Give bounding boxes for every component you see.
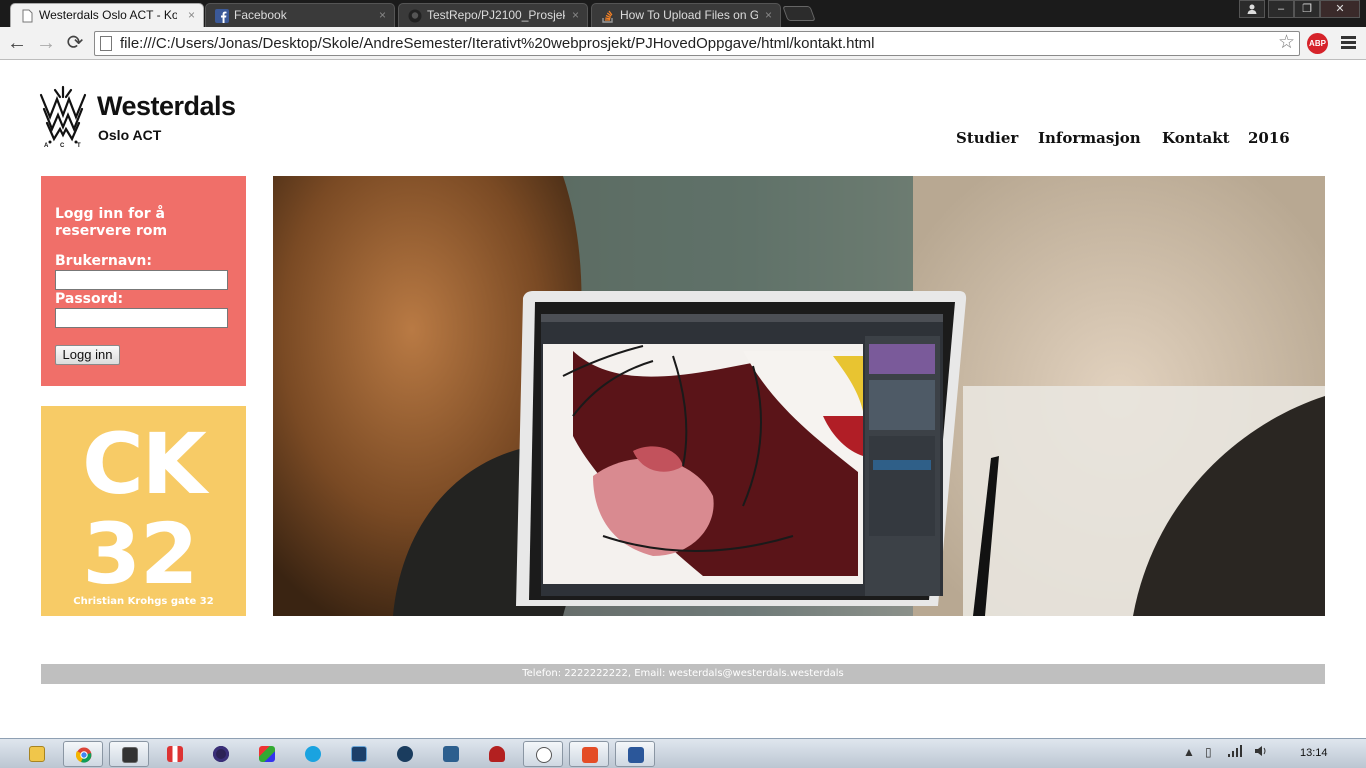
skype-icon[interactable]	[293, 741, 333, 767]
nav-link-2016[interactable]: 2016	[1248, 129, 1290, 147]
terminal-icon[interactable]	[109, 741, 149, 767]
close-icon[interactable]: ×	[188, 4, 195, 26]
page-icon	[20, 8, 34, 23]
ck-address: Christian Krohgs gate 32	[73, 596, 214, 607]
web-page: A C T Westerdals Oslo ACT Studier Inform…	[0, 61, 1366, 738]
tab-title: Facebook	[234, 8, 287, 22]
brand-name: Westerdals	[97, 91, 236, 121]
svg-text:A: A	[44, 143, 49, 149]
tab-title: How To Upload Files on G	[620, 8, 758, 22]
password-input[interactable]	[55, 308, 228, 328]
browser-tab-bar: Westerdals Oslo ACT - Kontakt × Facebook…	[0, 0, 1366, 27]
action-center-icon[interactable]: ▯	[1205, 745, 1212, 759]
back-button[interactable]: ←	[5, 31, 29, 55]
forward-button[interactable]: →	[34, 31, 58, 55]
unity-icon[interactable]	[339, 741, 379, 767]
brand-subtitle: Oslo ACT	[98, 127, 162, 143]
hero-image-laptop-drawing	[273, 176, 1325, 616]
password-label: Passord:	[55, 291, 124, 307]
login-panel: Logg inn for å reservere rom Brukernavn:…	[41, 176, 246, 386]
show-hidden-icons-icon[interactable]: ▲	[1183, 745, 1195, 759]
reload-button[interactable]: ⟳	[63, 31, 87, 55]
popcorn-icon[interactable]	[155, 741, 195, 767]
close-window-button[interactable]: ✕	[1320, 0, 1360, 18]
system-clock[interactable]: 13:14	[1300, 747, 1328, 759]
facebook-icon	[215, 8, 229, 23]
chrome-menu-icon[interactable]	[1341, 36, 1356, 50]
contact-footer: Telefon: 2222222222, Email: westerdals@w…	[41, 664, 1325, 684]
svg-text:T: T	[77, 143, 81, 149]
tab-testrepo[interactable]: TestRepo/PJ2100_Prosjekt ×	[398, 3, 588, 27]
network-icon[interactable]	[431, 741, 471, 767]
bookmark-star-icon[interactable]: ☆	[1278, 32, 1295, 54]
chrome-icon[interactable]	[63, 741, 103, 767]
close-icon[interactable]: ×	[379, 4, 386, 26]
browser-toolbar: ← → ⟳ file:///C:/Users/Jonas/Desktop/Sko…	[0, 27, 1366, 60]
minimize-button[interactable]: –	[1268, 0, 1294, 18]
login-button[interactable]: Logg inn	[55, 345, 120, 365]
steam-icon[interactable]	[385, 741, 425, 767]
close-icon[interactable]: ×	[765, 4, 772, 26]
paint-icon[interactable]	[247, 741, 287, 767]
username-label: Brukernavn:	[55, 253, 152, 269]
nav-link-kontakt[interactable]: Kontakt	[1162, 129, 1230, 147]
adblock-plus-icon[interactable]: ABP	[1307, 33, 1328, 54]
tab-upload-files[interactable]: How To Upload Files on G ×	[591, 3, 781, 27]
signal-strength-icon[interactable]	[1228, 745, 1244, 760]
lock-icon[interactable]	[477, 741, 517, 767]
explorer-icon[interactable]	[17, 741, 57, 767]
nav-link-informasjon[interactable]: Informasjon	[1038, 129, 1141, 147]
html5-icon[interactable]	[569, 741, 609, 767]
url-text[interactable]: file:///C:/Users/Jonas/Desktop/Skole/And…	[120, 32, 875, 55]
site-logo[interactable]: A C T Westerdals Oslo ACT	[38, 85, 248, 149]
svg-text:C: C	[60, 143, 65, 149]
maximize-button[interactable]: ❐	[1294, 0, 1320, 18]
ck-text: CK	[82, 415, 207, 513]
login-title: Logg inn for å reservere rom	[55, 206, 168, 239]
eclipse-icon[interactable]	[201, 741, 241, 767]
tab-title: Westerdals Oslo ACT - Kontakt	[39, 8, 177, 22]
stackoverflow-icon	[601, 8, 615, 23]
inkscape-icon[interactable]	[523, 741, 563, 767]
new-tab-button[interactable]	[782, 6, 816, 21]
username-input[interactable]	[55, 270, 228, 290]
word-icon[interactable]	[615, 741, 655, 767]
tab-westerdals-kontakt[interactable]: Westerdals Oslo ACT - Kontakt ×	[10, 3, 204, 27]
tab-facebook[interactable]: Facebook ×	[205, 3, 395, 27]
ck32-address-box: CK 32 Christian Krohgs gate 32	[41, 406, 246, 616]
tab-title: TestRepo/PJ2100_Prosjekt	[427, 8, 565, 22]
ck-number: 32	[82, 505, 199, 603]
nav-link-studier[interactable]: Studier	[956, 129, 1018, 147]
westerdals-emblem-icon: A C T	[39, 85, 87, 149]
user-icon[interactable]	[1239, 0, 1265, 18]
address-bar[interactable]: file:///C:/Users/Jonas/Desktop/Skole/And…	[94, 31, 1300, 56]
volume-icon[interactable]	[1254, 745, 1268, 760]
windows-taskbar: ▲ ▯ 13:14	[0, 738, 1366, 768]
close-icon[interactable]: ×	[572, 4, 579, 26]
page-icon	[100, 36, 112, 51]
github-icon	[408, 8, 422, 23]
